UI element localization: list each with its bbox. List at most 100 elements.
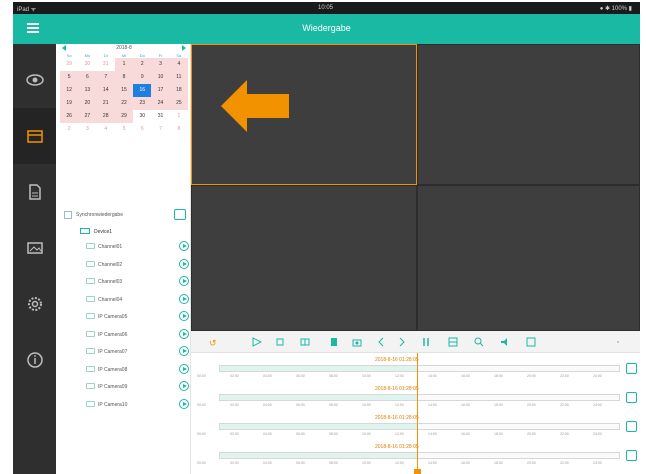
device-node[interactable]: Device1 — [64, 226, 190, 238]
channel-play-icon[interactable] — [179, 363, 189, 374]
timeline-bar[interactable] — [219, 365, 620, 372]
channel-item[interactable]: IP Camera09 — [64, 378, 190, 396]
fast-button[interactable] — [395, 335, 409, 349]
calendar-day[interactable]: 20 — [78, 97, 97, 110]
calendar-day[interactable]: 2 — [60, 123, 78, 136]
timeline[interactable]: 2018-8-16 01:28:05 00:00 02:00 04:00 06:00 08… — [191, 353, 640, 474]
channel-play-icon[interactable] — [179, 241, 189, 251]
calendar-day[interactable]: 19 — [60, 97, 79, 110]
sync-play-button[interactable] — [174, 209, 186, 220]
timeline-bar[interactable] — [219, 452, 620, 459]
video-cell-4[interactable] — [417, 185, 640, 331]
calendar-day[interactable]: 22 — [114, 97, 134, 110]
channel-item[interactable]: IP Camera10 — [64, 396, 190, 414]
channel-play-icon[interactable] — [179, 293, 189, 304]
video-cell-3[interactable] — [191, 185, 417, 331]
channel-item[interactable]: IP Camera08 — [64, 361, 190, 379]
stop-button[interactable] — [273, 335, 287, 349]
channel-item[interactable]: IP Camera07 — [64, 343, 190, 361]
rewind-button[interactable]: ↺ — [207, 335, 221, 349]
calendar-day[interactable]: 23 — [133, 97, 152, 110]
calendar-day[interactable]: 6 — [78, 71, 97, 84]
calendar-day[interactable]: 29 — [60, 58, 78, 71]
calendar-day[interactable]: 7 — [96, 71, 115, 84]
calendar-day[interactable]: 9 — [133, 71, 152, 84]
calendar-day[interactable]: 4 — [169, 58, 188, 71]
slow-button[interactable] — [374, 335, 388, 349]
track-sync-button[interactable] — [626, 450, 637, 461]
timeline-bar[interactable] — [219, 394, 620, 401]
channel-item[interactable]: Channel02 — [64, 256, 190, 274]
clip-button[interactable] — [327, 335, 341, 349]
calendar-day[interactable]: 14 — [96, 84, 115, 97]
track-sync-button[interactable] — [626, 392, 637, 403]
snapshot-button[interactable] — [350, 335, 364, 349]
channel-item[interactable]: Channel04 — [64, 291, 190, 309]
timeline-track[interactable]: 2018-8-16 01:28:05 00:00 02:00 04:00 06:00 08… — [191, 442, 640, 471]
calendar-day[interactable]: 31 — [151, 110, 169, 123]
more-button[interactable] — [611, 335, 625, 349]
calendar-day[interactable]: 4 — [97, 123, 115, 136]
timeline-track[interactable]: 2018-8-16 01:28:05 00:00 02:00 04:00 06:00 08… — [191, 413, 640, 442]
fullscreen-button[interactable] — [524, 335, 538, 349]
nav-live-view[interactable] — [13, 52, 56, 108]
calendar-day[interactable]: 10 — [151, 71, 170, 84]
nav-images[interactable] — [13, 220, 56, 276]
channel-play-icon[interactable] — [179, 276, 189, 286]
calendar-day[interactable]: 13 — [78, 84, 97, 97]
timeline-track[interactable]: 2018-8-16 01:28:05 00:00 02:00 04:00 06:00 08… — [191, 355, 640, 384]
calendar-day-selected[interactable]: 16 — [133, 84, 152, 97]
calendar-day[interactable]: 5 — [60, 71, 79, 84]
channel-play-icon[interactable] — [179, 346, 189, 356]
record-button[interactable] — [446, 335, 460, 349]
play-button[interactable] — [249, 335, 263, 349]
sync-checkbox[interactable] — [64, 211, 72, 219]
calendar-day[interactable]: 21 — [96, 97, 115, 110]
calendar-day[interactable]: 28 — [96, 110, 115, 123]
nav-files[interactable] — [13, 164, 56, 220]
calendar-day[interactable]: 30 — [133, 110, 151, 123]
calendar-day[interactable]: 8 — [170, 123, 188, 136]
zoom-button[interactable] — [472, 335, 486, 349]
nav-info[interactable] — [13, 332, 56, 388]
calendar-day[interactable]: 25 — [169, 97, 188, 110]
calendar-day[interactable]: 11 — [169, 71, 188, 84]
video-cell-2[interactable] — [417, 44, 640, 185]
calendar-day[interactable]: 6 — [133, 123, 151, 136]
channel-item[interactable]: Channel03 — [64, 273, 190, 291]
calendar-day[interactable]: 31 — [97, 58, 115, 71]
calendar-day[interactable]: 3 — [151, 58, 170, 71]
timeline-track[interactable]: 2018-8-16 01:28:05 00:00 02:00 04:00 06:00 08… — [191, 384, 640, 413]
channel-play-icon[interactable] — [179, 258, 189, 269]
calendar-day[interactable]: 30 — [78, 58, 96, 71]
video-cell-1[interactable] — [191, 44, 417, 185]
channel-play-icon[interactable] — [179, 381, 189, 391]
frame-button[interactable] — [298, 335, 312, 349]
audio-button[interactable] — [498, 335, 512, 349]
calendar-day[interactable]: 17 — [151, 84, 170, 97]
track-sync-button[interactable] — [626, 363, 637, 374]
calendar-day[interactable]: 27 — [78, 110, 97, 123]
nav-settings[interactable] — [13, 276, 56, 332]
calendar-day[interactable]: 1 — [170, 110, 188, 123]
calendar-day[interactable]: 29 — [114, 110, 134, 123]
calendar-day[interactable]: 12 — [60, 84, 79, 97]
next-month-icon[interactable] — [182, 45, 186, 51]
channel-item[interactable]: IP Camera05 — [64, 308, 190, 326]
timeline-cursor[interactable] — [417, 353, 418, 474]
channel-item[interactable]: Channel01 — [64, 238, 190, 256]
timeline-bar[interactable] — [219, 423, 620, 430]
channel-play-icon[interactable] — [179, 311, 189, 321]
channel-play-icon[interactable] — [179, 398, 189, 409]
calendar-day[interactable]: 3 — [78, 123, 96, 136]
timeline-cursor-handle[interactable] — [414, 469, 421, 474]
calendar-day[interactable]: 8 — [114, 71, 134, 84]
calendar-day[interactable]: 2 — [133, 58, 152, 71]
calendar-day[interactable]: 15 — [114, 84, 134, 97]
calendar-day[interactable]: 26 — [60, 110, 79, 123]
pause-button[interactable] — [419, 335, 433, 349]
calendar-day[interactable]: 1 — [114, 58, 134, 71]
nav-playback[interactable] — [13, 108, 56, 164]
channel-item[interactable]: IP Camera06 — [64, 326, 190, 344]
track-sync-button[interactable] — [626, 421, 637, 432]
